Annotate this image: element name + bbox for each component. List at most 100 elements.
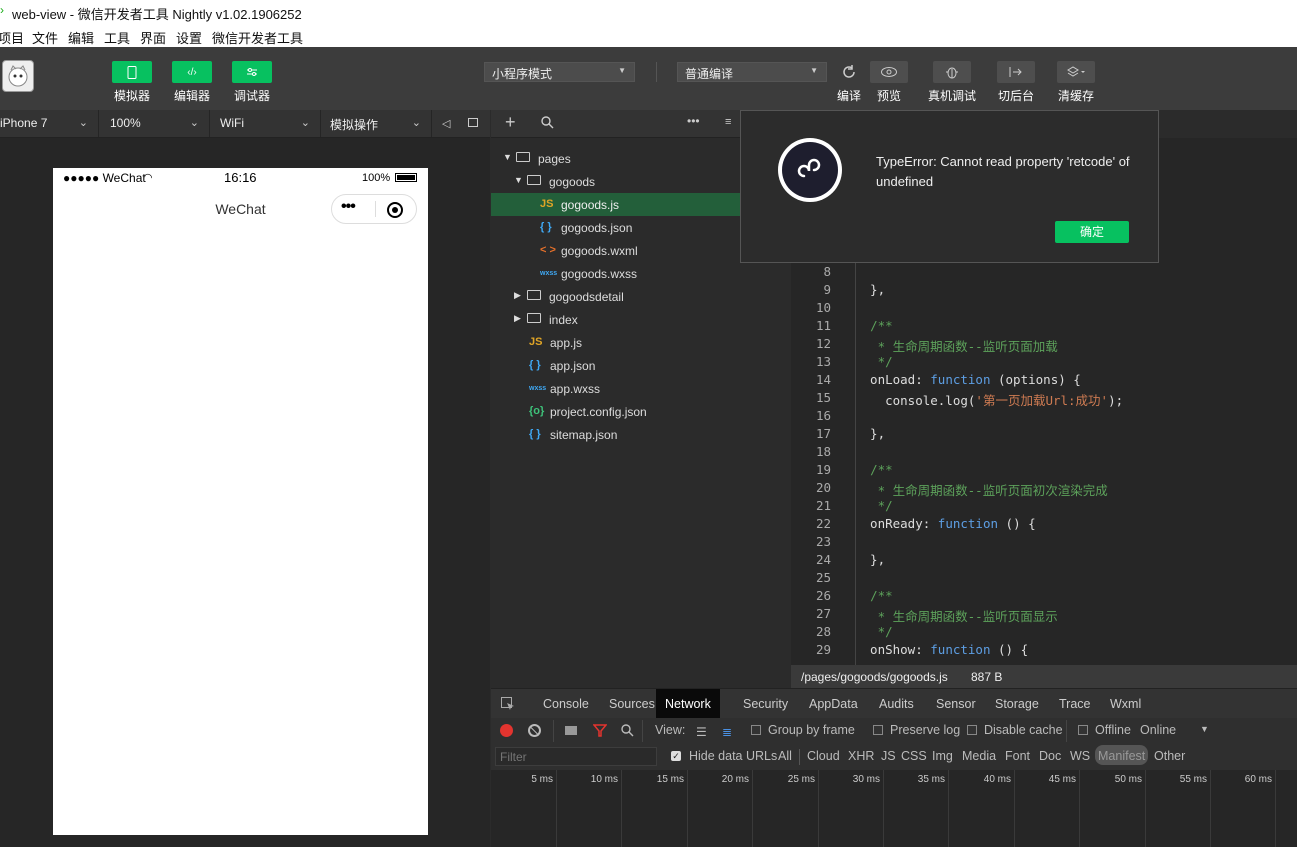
code-line[interactable]: */ — [855, 498, 893, 513]
code-line[interactable]: */ — [855, 624, 893, 639]
filter-all[interactable]: All — [778, 749, 792, 763]
tab-security[interactable]: Security — [743, 697, 788, 711]
code-line[interactable]: console.log('第一页加载Url:成功'); — [855, 390, 1123, 409]
file-item[interactable]: JS app.js — [491, 331, 790, 354]
operation-select[interactable]: 模拟操作 ⌄ — [322, 110, 432, 137]
chevron-right-icon[interactable]: ▶ — [514, 313, 521, 324]
json-file-icon: { } — [540, 221, 552, 233]
debugger-toggle[interactable]: 调试器 — [222, 61, 282, 104]
more-options-icon[interactable]: ••• — [687, 114, 700, 128]
tab-sensor[interactable]: Sensor — [936, 697, 976, 711]
menu-item-edit[interactable]: 编辑 — [68, 28, 94, 47]
file-item[interactable]: { } app.json — [491, 354, 790, 377]
zoom-select[interactable]: 100% ⌄ — [100, 110, 210, 137]
filter-other[interactable]: Other — [1154, 749, 1185, 763]
filter-css[interactable]: CSS — [901, 749, 927, 763]
compile-select[interactable]: 普通编译 ▼ — [677, 62, 827, 82]
editor-toggle[interactable]: ‹/› 编辑器 — [162, 61, 222, 104]
preview-button[interactable]: 预览 — [859, 61, 919, 104]
mode-select[interactable]: 小程序模式 ▼ — [484, 62, 635, 82]
tab-trace[interactable]: Trace — [1059, 697, 1091, 711]
throttle-select[interactable]: Online — [1140, 723, 1176, 737]
tab-wxml[interactable]: Wxml — [1110, 697, 1141, 711]
chevron-down-icon[interactable]: ▼ — [503, 152, 512, 162]
chevron-right-icon[interactable]: ▶ — [514, 290, 521, 301]
code-line[interactable]: * 生命周期函数--监听页面显示 — [855, 606, 1058, 625]
code-line[interactable]: onReady: function () { — [855, 516, 1036, 531]
folder-item[interactable]: ▶ gogoodsdetail — [491, 285, 790, 308]
filter-ws[interactable]: WS — [1070, 749, 1090, 763]
menu-item-file[interactable]: 文件 — [32, 28, 58, 47]
filter-img[interactable]: Img — [932, 749, 953, 763]
network-select[interactable]: WiFi ⌄ — [211, 110, 321, 137]
mode-select-value: 小程序模式 — [492, 67, 553, 81]
inspect-element-icon[interactable] — [501, 697, 515, 714]
preserve-log-checkbox[interactable] — [873, 725, 883, 735]
camera-icon[interactable] — [565, 726, 577, 735]
filter-icon[interactable] — [592, 724, 608, 740]
code-line[interactable]: */ — [855, 354, 893, 369]
file-item[interactable]: {o} project.config.json — [491, 400, 790, 423]
group-by-frame-checkbox[interactable] — [751, 725, 761, 735]
menu-item-settings[interactable]: 设置 — [176, 28, 202, 47]
device-select[interactable]: iPhone 7 ⌄ — [0, 110, 99, 137]
menu-item-interface[interactable]: 界面 — [140, 28, 166, 47]
switch-background-button[interactable]: 切后台 — [986, 61, 1046, 104]
menu-item-wechat-devtools[interactable]: 微信开发者工具 — [212, 28, 303, 47]
clear-icon[interactable] — [528, 724, 541, 737]
menu-item-tools[interactable]: 工具 — [104, 28, 130, 47]
filter-font[interactable]: Font — [1005, 749, 1030, 763]
tab-sources[interactable]: Sources — [609, 697, 655, 711]
menu-item-project[interactable]: 项目 — [0, 28, 24, 47]
waterfall-view-icon[interactable]: ≣ — [722, 725, 732, 739]
tab-appdata[interactable]: AppData — [809, 697, 858, 711]
disable-cache-checkbox[interactable] — [967, 725, 977, 735]
filter-js[interactable]: JS — [881, 749, 896, 763]
add-file-icon[interactable]: + — [505, 112, 516, 133]
volume-icon[interactable]: ◁ — [442, 117, 450, 130]
code-line[interactable]: }, — [855, 282, 885, 297]
simulator-toggle[interactable]: 模拟器 — [102, 61, 162, 104]
record-icon[interactable] — [500, 724, 513, 737]
chevron-down-icon[interactable]: ▼ — [1200, 724, 1209, 734]
phone-screen[interactable]: ●●●●● WeChat ◠ 16:16 100% WeChat ••• — [53, 168, 428, 835]
capsule-menu[interactable]: ••• — [331, 194, 417, 224]
code-line[interactable]: * 生命周期函数--监听页面加载 — [855, 336, 1058, 355]
filter-xhr[interactable]: XHR — [848, 749, 874, 763]
user-avatar[interactable] — [2, 60, 34, 92]
filter-media[interactable]: Media — [962, 749, 996, 763]
remote-debug-button[interactable]: 真机调试 — [922, 61, 982, 104]
code-line[interactable]: }, — [855, 552, 885, 567]
search-icon[interactable] — [621, 724, 634, 740]
code-line[interactable]: }, — [855, 426, 885, 441]
close-miniprogram-icon[interactable] — [387, 202, 403, 218]
filter-manifest[interactable]: Manifest — [1095, 745, 1149, 765]
folder-item[interactable]: ▶ index — [491, 308, 790, 331]
clear-cache-button[interactable]: 清缓存 — [1046, 61, 1106, 104]
code-line[interactable]: /** — [855, 588, 893, 603]
window-icon[interactable] — [468, 118, 478, 127]
chevron-down-icon[interactable]: ▼ — [514, 175, 523, 185]
offline-checkbox[interactable] — [1078, 725, 1088, 735]
code-line[interactable]: /** — [855, 318, 893, 333]
filter-doc[interactable]: Doc — [1039, 749, 1061, 763]
confirm-button[interactable]: 确定 — [1055, 221, 1129, 243]
list-view-icon[interactable]: ☰ — [696, 725, 707, 739]
code-line[interactable]: onLoad: function (options) { — [855, 372, 1081, 387]
tab-storage[interactable]: Storage — [995, 697, 1039, 711]
file-item[interactable]: wxss gogoods.wxss — [491, 262, 790, 285]
file-item[interactable]: wxss app.wxss — [491, 377, 790, 400]
code-line[interactable]: /** — [855, 462, 893, 477]
network-filter-input[interactable] — [495, 747, 657, 766]
search-icon[interactable] — [541, 116, 554, 132]
filter-cloud[interactable]: Cloud — [807, 749, 840, 763]
code-line[interactable]: onShow: function () { — [855, 642, 1028, 657]
collapse-tree-icon[interactable]: ≡ — [725, 116, 731, 128]
more-dots-icon[interactable]: ••• — [341, 198, 356, 216]
file-item[interactable]: { } sitemap.json — [491, 423, 790, 446]
code-line[interactable]: * 生命周期函数--监听页面初次渲染完成 — [855, 480, 1108, 499]
tab-console[interactable]: Console — [543, 697, 589, 711]
tab-network[interactable]: Network — [656, 689, 720, 718]
hide-data-urls-checkbox[interactable]: ✓ — [671, 751, 681, 761]
tab-audits[interactable]: Audits — [879, 697, 914, 711]
